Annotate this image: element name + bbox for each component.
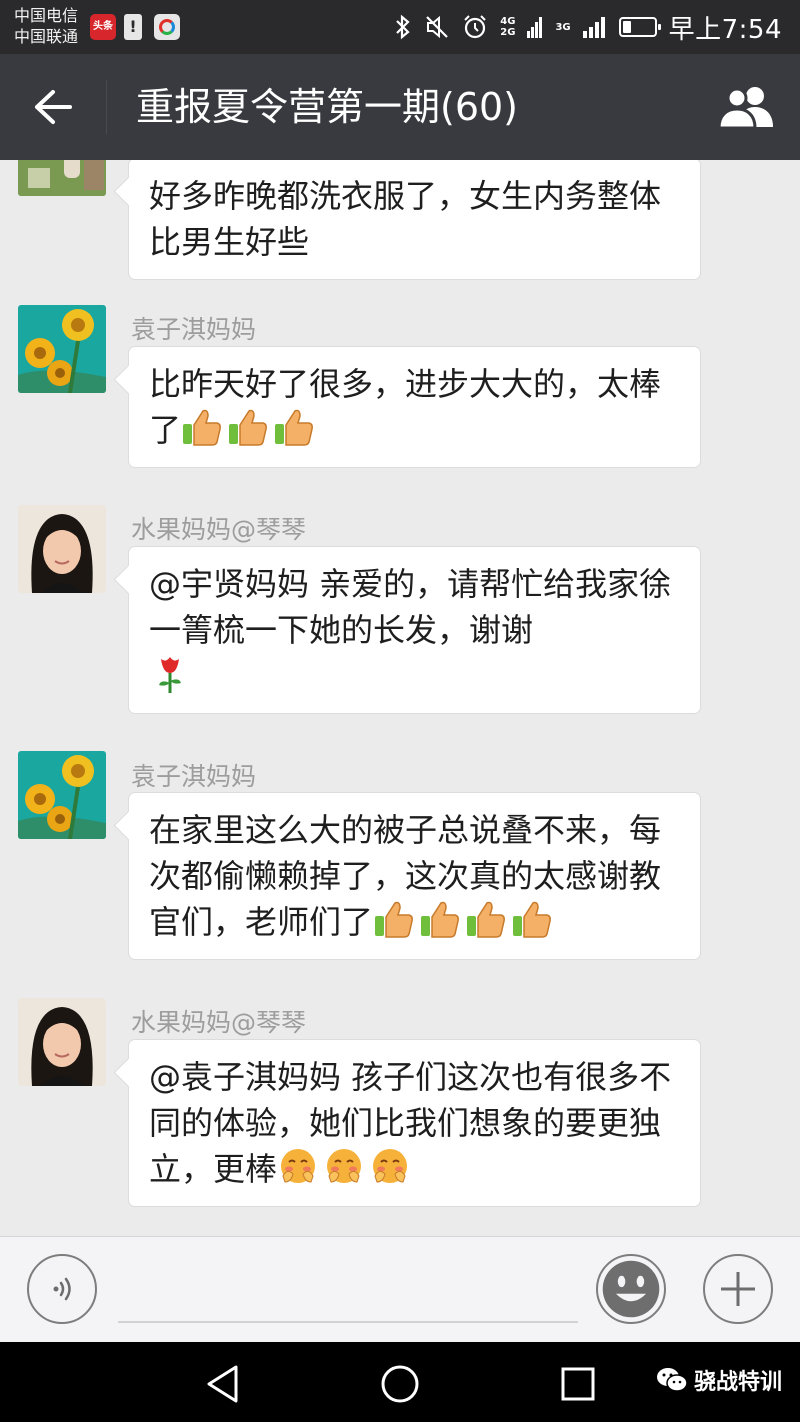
thumbs-up-icon xyxy=(513,901,551,938)
network-3g: 3G xyxy=(555,21,571,33)
wechat-icon xyxy=(657,1368,688,1392)
navigation-bar: 骁战特训 xyxy=(0,1342,800,1422)
chat-header: 重报夏令营第一期(60) xyxy=(0,54,800,160)
smiley-icon xyxy=(602,1260,660,1318)
status-bar: 中国电信 中国联通 头条 ! 4G 2G 3G 早上7:54 xyxy=(0,0,800,54)
browser-app-icon xyxy=(154,14,180,40)
emoji-row xyxy=(277,1149,415,1188)
message-text: @宇贤妈妈 亲爱的，请帮忙给我家徐一箐梳一下她的长发，谢谢 xyxy=(149,565,672,649)
message-bubble[interactable]: 好多昨晚都洗衣服了，女生内务整体比男生好些 xyxy=(128,160,701,280)
thumbs-up-icon xyxy=(375,901,413,938)
thumbs-up-icon xyxy=(467,901,505,938)
square-recents-icon xyxy=(561,1367,595,1401)
net-4g-label: 4G xyxy=(500,16,516,27)
thumbs-up-icon xyxy=(183,409,221,446)
alert-icon: ! xyxy=(124,14,142,40)
carrier-1: 中国电信 xyxy=(14,6,79,25)
circle-home-icon xyxy=(381,1365,419,1403)
carrier-names: 中国电信 中国联通 xyxy=(14,5,78,47)
woman-avatar-icon xyxy=(18,505,106,593)
nav-recents-button[interactable] xyxy=(556,1362,600,1406)
mute-icon xyxy=(426,15,449,39)
signal-icon-2 xyxy=(582,17,605,38)
status-indicators: 4G 2G 3G 早上7:54 xyxy=(394,10,782,45)
message-bubble[interactable]: @宇贤妈妈 亲爱的，请帮忙给我家徐一箐梳一下她的长发，谢谢 xyxy=(128,546,701,714)
carrier-2: 中国联通 xyxy=(14,27,79,46)
sunflower-avatar-icon xyxy=(18,305,106,393)
back-button[interactable] xyxy=(26,82,80,132)
chat-title: 重报夏令营第一期(60) xyxy=(136,85,519,129)
group-members-button[interactable] xyxy=(714,82,778,132)
emoji-row xyxy=(373,901,557,941)
watermark: 骁战特训 xyxy=(656,1364,782,1396)
avatar-sunflower[interactable] xyxy=(18,751,106,839)
arrow-left-icon xyxy=(35,90,72,124)
shy-face-icon xyxy=(281,1149,316,1183)
nav-home-button[interactable] xyxy=(378,1362,422,1406)
message-bubble[interactable]: @袁子淇妈妈 孩子们这次也有很多不同的体验，她们比我们想象的要更独立，更棒 xyxy=(128,1039,701,1207)
sender-name: 袁子淇妈妈 xyxy=(131,762,257,791)
sunflower-avatar-icon xyxy=(18,751,106,839)
voice-button[interactable] xyxy=(27,1254,97,1324)
message-bubble[interactable]: 比昨天好了很多，进步大大的，太棒了 xyxy=(128,346,701,468)
voice-wave-icon xyxy=(53,1277,71,1301)
avatar-woman[interactable] xyxy=(18,998,106,1086)
garden-photo-icon xyxy=(18,160,106,196)
network-4g-2g: 4G 2G xyxy=(500,16,515,38)
avatar-woman[interactable] xyxy=(18,505,106,593)
net-2g-label: 2G xyxy=(500,27,516,38)
signal-icon-1 xyxy=(527,17,543,38)
emoji-button[interactable] xyxy=(596,1254,666,1324)
rose-icon xyxy=(159,657,181,693)
thumbs-up-icon xyxy=(229,409,267,446)
woman-avatar-icon xyxy=(18,998,106,1086)
emoji-row xyxy=(181,409,319,449)
battery-icon xyxy=(618,17,661,37)
nav-back-button[interactable] xyxy=(200,1362,244,1406)
alarm-icon xyxy=(464,15,486,39)
triangle-back-icon xyxy=(207,1365,238,1403)
battery-level xyxy=(622,21,631,33)
sender-name: 水果妈妈@琴琴 xyxy=(131,515,307,544)
avatar[interactable] xyxy=(18,160,106,196)
input-bar xyxy=(0,1236,800,1342)
message-input[interactable] xyxy=(118,1257,578,1323)
sender-name: 袁子淇妈妈 xyxy=(131,315,257,344)
shy-face-icon xyxy=(373,1149,408,1183)
more-button[interactable] xyxy=(703,1254,773,1324)
message-text: 好多昨晚都洗衣服了，女生内务整体比男生好些 xyxy=(149,177,662,261)
clock: 早上7:54 xyxy=(668,14,782,45)
sender-name: 水果妈妈@琴琴 xyxy=(131,1008,307,1037)
thumbs-up-icon xyxy=(421,901,459,938)
group-icon xyxy=(717,87,773,129)
bluetooth-icon xyxy=(396,14,410,40)
thumbs-up-icon xyxy=(275,409,313,446)
header-divider xyxy=(106,80,107,134)
chat-messages[interactable]: 好多昨晚都洗衣服了，女生内务整体比男生好些 袁子淇妈妈 比昨天好了很多，进步大大… xyxy=(0,160,800,1236)
message-bubble[interactable]: 在家里这么大的被子总说叠不来，每次都偷懒赖掉了，这次真的太感谢教官们，老师们了 xyxy=(128,792,701,960)
plus-icon xyxy=(721,1272,755,1306)
news-app-icon: 头条 xyxy=(90,14,116,40)
watermark-text: 骁战特训 xyxy=(694,1370,783,1395)
avatar-sunflower[interactable] xyxy=(18,305,106,393)
shy-face-icon xyxy=(327,1149,362,1183)
